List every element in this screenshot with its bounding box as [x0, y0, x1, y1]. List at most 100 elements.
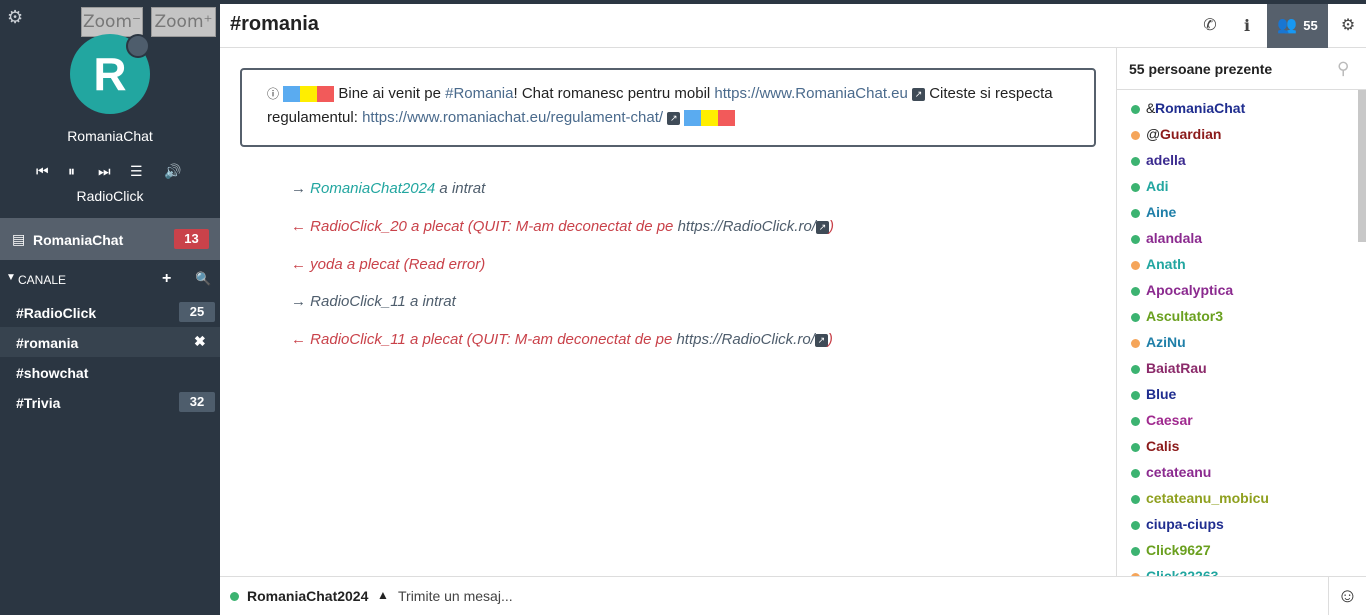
status-dot	[1131, 443, 1140, 452]
external-link-icon[interactable]: ↗	[815, 220, 829, 234]
caret-down-icon[interactable]: ▼	[6, 272, 16, 283]
users-icon: 👥	[1277, 17, 1298, 34]
app-root: ⚙ Zoom⁻ Zoom⁺ R RomaniaChat ⏮ ⏸ ⏭ ☰ 🔊 Ra…	[0, 0, 1366, 615]
page-title: #romania	[230, 13, 319, 35]
zoom-out-button[interactable]: Zoom⁻	[81, 7, 143, 37]
user-nick: Click9627	[1146, 542, 1211, 558]
phone-icon[interactable]: ✆	[1190, 4, 1230, 48]
channels-header: ▼ CANALE + 🔍	[0, 270, 220, 290]
status-dot	[1131, 495, 1140, 504]
playlist-icon[interactable]: ☰	[130, 162, 143, 180]
event-nick[interactable]: RomaniaChat2024	[310, 180, 435, 197]
event-text-end: )	[827, 331, 833, 348]
channel-item-radioclick[interactable]: #RadioClick 25	[0, 297, 220, 327]
external-link-icon[interactable]: ↗	[912, 87, 926, 101]
user-nick: cetateanu	[1146, 464, 1212, 480]
event-link[interactable]: https://RadioClick.ro/	[678, 218, 816, 235]
event-link[interactable]: https://RadioClick.ro/	[676, 331, 814, 348]
event-nick[interactable]: RadioClick_11	[310, 331, 406, 348]
previous-track-icon[interactable]: ⏮	[36, 162, 49, 180]
status-dot	[1131, 157, 1140, 166]
info-icon[interactable]: i	[1227, 4, 1267, 48]
event-text: a intrat	[435, 180, 486, 197]
status-dot	[1131, 417, 1140, 426]
status-dot	[1131, 391, 1140, 400]
status-dot	[1131, 469, 1140, 478]
topic-text: Bine ai venit pe	[338, 85, 446, 102]
channel-topic: ⓘ Bine ai venit pe #Romania! Chat romane…	[240, 68, 1096, 147]
join-event: → RomaniaChat2024 a intrat	[291, 180, 485, 197]
message-input[interactable]: Trimite un mesaj...	[398, 588, 513, 604]
user-nick: Ascultator3	[1146, 308, 1224, 324]
pause-icon[interactable]: ⏸	[68, 162, 75, 180]
zoom-in-button[interactable]: Zoom⁺	[151, 7, 216, 37]
radio-player-controls: ⏮ ⏸ ⏭ ☰ 🔊	[36, 162, 186, 180]
add-channel-icon[interactable]: +	[162, 270, 171, 288]
arrow-left-icon: ←	[291, 218, 306, 235]
status-dot	[1131, 105, 1140, 114]
channel-item-romania[interactable]: #romania ✖	[0, 327, 220, 357]
user-count: 55	[1303, 18, 1318, 33]
userlist-title: 55 persoane prezente	[1129, 61, 1273, 77]
user-nick: Click22263	[1146, 568, 1219, 576]
userlist-scrollbar[interactable]	[1358, 90, 1366, 242]
external-link-icon[interactable]: ↗	[667, 111, 681, 125]
user-nick: Adi	[1146, 178, 1169, 194]
channel-label: #Trivia	[16, 395, 61, 411]
sidebar: ⚙ Zoom⁻ Zoom⁺ R RomaniaChat ⏮ ⏸ ⏭ ☰ 🔊 Ra…	[0, 0, 220, 615]
event-text: a plecat (QUIT: M-am deconectat de pe	[405, 331, 677, 348]
external-link-icon[interactable]: ↗	[814, 333, 828, 347]
event-nick[interactable]: RadioClick_20	[310, 218, 407, 235]
part-event: ← RadioClick_20 a plecat (QUIT: M-am dec…	[291, 218, 834, 235]
user-nick: cetateanu_mobicu	[1146, 490, 1269, 506]
close-channel-icon[interactable]: ✖	[194, 333, 206, 350]
status-dot	[1131, 547, 1140, 556]
user-nick: ciupa-ciups	[1146, 516, 1224, 532]
topic-rules-link[interactable]: https://www.romaniachat.eu/regulament-ch…	[362, 109, 663, 126]
user-nick: Guardian	[1160, 126, 1222, 142]
status-dot	[1131, 131, 1140, 140]
status-dot	[1131, 235, 1140, 244]
topic-url-link[interactable]: https://www.RomaniaChat.eu	[714, 85, 907, 102]
status-dot	[230, 592, 239, 601]
channel-label: #showchat	[16, 365, 89, 381]
user-nick: Aine	[1146, 204, 1177, 220]
user-nick: AziNu	[1146, 334, 1186, 350]
status-dot	[1131, 183, 1140, 192]
topic-channel-link[interactable]: #Romania	[445, 85, 513, 102]
emoji-icon[interactable]: ☺	[1328, 577, 1366, 615]
status-dot	[1131, 521, 1140, 530]
settings-gear-icon[interactable]: ⚙	[7, 8, 25, 26]
search-icon[interactable]: ⚲	[1337, 59, 1349, 79]
part-event: ← yoda a plecat (Read error)	[291, 256, 485, 273]
next-track-icon[interactable]: ⏭	[98, 162, 111, 180]
server-item[interactable]: ▤ RomaniaChat 13	[0, 218, 220, 260]
caret-up-icon[interactable]: ▲	[377, 588, 389, 602]
status-dot	[1131, 339, 1140, 348]
message-input-bar: RomaniaChat2024 ▲ Trimite un mesaj... ☺	[220, 576, 1366, 615]
message-list: ⓘ Bine ai venit pe #Romania! Chat romane…	[220, 48, 1116, 576]
channels-header-label: CANALE	[18, 273, 67, 287]
userlist-toggle-button[interactable]: 👥 55	[1267, 4, 1328, 48]
user-mode-prefix: &	[1146, 100, 1156, 116]
event-nick[interactable]: RadioClick_11	[310, 293, 406, 310]
romania-flag-icon	[684, 110, 736, 127]
arrow-left-icon: ←	[291, 331, 306, 348]
channel-settings-icon[interactable]: ⚙	[1328, 4, 1366, 48]
radio-station-name: RadioClick	[76, 188, 144, 204]
volume-icon[interactable]: 🔊	[164, 162, 181, 180]
channel-item-showchat[interactable]: #showchat	[0, 357, 220, 387]
search-channel-icon[interactable]: 🔍	[195, 271, 211, 287]
status-dot	[1131, 209, 1140, 218]
channel-label: #romania	[16, 335, 79, 351]
event-nick[interactable]: yoda	[310, 256, 343, 273]
own-nick: RomaniaChat	[67, 128, 153, 144]
user-nick: Calis	[1146, 438, 1180, 454]
channel-item-trivia[interactable]: #Trivia 32	[0, 387, 220, 417]
input-nick[interactable]: RomaniaChat2024	[247, 588, 368, 604]
info-circle-icon: ⓘ	[267, 87, 280, 101]
channel-unread-badge: 32	[179, 392, 215, 412]
channel-unread-badge: 25	[179, 302, 215, 322]
user-nick: adella	[1146, 152, 1186, 168]
server-icon: ▤	[12, 231, 26, 247]
